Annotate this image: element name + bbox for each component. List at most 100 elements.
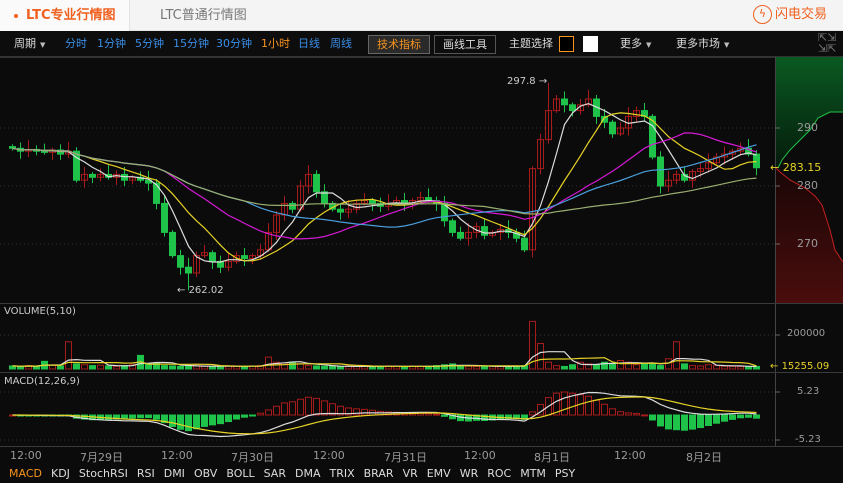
volume-bar [321, 365, 328, 370]
macd-histogram-bar [201, 414, 208, 427]
candle-body [41, 150, 48, 153]
macd-top-tick: 5.23 [797, 386, 820, 397]
macd-histogram-bar [729, 414, 736, 420]
candle-body [521, 237, 528, 251]
indicator-wr[interactable]: WR [460, 467, 479, 480]
macd-histogram-bar [673, 414, 680, 431]
macd-histogram-bar [697, 414, 704, 429]
indicator-obv[interactable]: OBV [194, 467, 217, 480]
macd-histogram-bar [289, 401, 296, 416]
volume-bar [185, 365, 192, 370]
volume-bar [553, 365, 560, 370]
volume-bar [17, 365, 24, 370]
volume-bar [105, 365, 112, 370]
volume-bar [313, 365, 320, 370]
macd-histogram-bar [361, 408, 368, 416]
volume-bar [537, 343, 544, 370]
volume-bar [97, 364, 104, 370]
indicator-boll[interactable]: BOLL [226, 467, 254, 480]
time-tick: 7月29日 [80, 451, 123, 464]
volume-bar [721, 365, 728, 370]
indicator-bar: MACD KDJ StochRSI RSI DMI OBV BOLL SAR DMA TRIX BR… [0, 464, 843, 483]
indicator-trix[interactable]: TRIX [329, 467, 354, 480]
candle-body [9, 146, 16, 149]
volume-bar [49, 364, 56, 370]
indicator-brar[interactable]: BRAR [364, 467, 394, 480]
volume-bar [609, 363, 616, 370]
candle-body [289, 202, 296, 210]
low-price: 262.02 [188, 285, 224, 296]
indicator-vr[interactable]: VR [403, 467, 418, 480]
indicator-macd[interactable]: MACD [9, 467, 42, 480]
macd-histogram-bar [601, 403, 608, 416]
volume-bar [81, 364, 88, 370]
time-tick: 7月30日 [231, 451, 274, 464]
volume-bar [689, 365, 696, 370]
candle-body [153, 182, 160, 204]
indicator-rsi[interactable]: RSI [137, 467, 155, 480]
time-tick: 8月1日 [534, 451, 570, 464]
volume-bar [593, 364, 600, 370]
volume-bar [473, 365, 480, 370]
time-tick: 12:00 [10, 449, 42, 462]
volume-bar [265, 356, 272, 370]
indicator-mtm[interactable]: MTM [520, 467, 546, 480]
macd-histogram-bar [649, 414, 656, 421]
indicator-stochrsi[interactable]: StochRSI [79, 467, 128, 480]
indicator-roc[interactable]: ROC [487, 467, 511, 480]
candle-body [449, 220, 456, 233]
volume-bar [57, 365, 64, 370]
macd-histogram-bar [609, 408, 616, 416]
volume-bar [209, 366, 216, 370]
macd-histogram-bar [185, 414, 192, 432]
macd-histogram-bar [625, 412, 632, 416]
volume-bar [641, 363, 648, 370]
volume-bar [297, 363, 304, 370]
volume-bar [89, 365, 96, 370]
macd-histogram-bar [657, 414, 664, 427]
macd-histogram-bar [305, 396, 312, 416]
price-tick: 280 [797, 179, 818, 192]
macd-histogram-bar [705, 414, 712, 427]
volume-bar [617, 360, 624, 370]
indicator-sar[interactable]: SAR [264, 467, 286, 480]
candle-body [209, 252, 216, 262]
macd-histogram-bar [585, 395, 592, 416]
candle-body [481, 226, 488, 236]
indicator-kdj[interactable]: KDJ [51, 467, 70, 480]
volume-bar [729, 365, 736, 370]
candle-body [753, 153, 760, 169]
volume-bar [681, 363, 688, 370]
volume-bar [481, 366, 488, 370]
time-tick: 12:00 [614, 449, 646, 462]
candle-body [241, 255, 248, 260]
macd-histogram-bar [225, 414, 232, 423]
indicator-psy[interactable]: PSY [555, 467, 575, 480]
macd-histogram-bar [209, 414, 216, 426]
indicator-emv[interactable]: EMV [427, 467, 451, 480]
volume-bar [169, 365, 176, 370]
indicator-dma[interactable]: DMA [295, 467, 321, 480]
volume-bar [337, 366, 344, 370]
volume-bar [737, 366, 744, 370]
volume-bar [657, 365, 664, 370]
macd-histogram-bar [713, 414, 720, 424]
indicator-dmi[interactable]: DMI [164, 467, 185, 480]
macd-histogram-bar [249, 414, 256, 417]
kline-chart[interactable] [0, 0, 843, 464]
macd-histogram-bar [665, 414, 672, 430]
macd-histogram-bar [633, 413, 640, 416]
macd-histogram-bar [433, 413, 440, 416]
macd-histogram-bar [265, 409, 272, 416]
macd-histogram-bar [273, 405, 280, 416]
current-price: 283.15 [782, 161, 822, 174]
volume-current-label: ← 15255.09 [770, 361, 830, 372]
macd-histogram-bar [681, 414, 688, 431]
candle-body [313, 173, 320, 193]
macd-histogram-bar [321, 400, 328, 416]
macd-histogram-bar [313, 397, 320, 416]
macd-histogram-bar [193, 414, 200, 430]
candle-body [657, 156, 664, 187]
volume-bar [465, 365, 472, 370]
macd-histogram-bar [153, 414, 160, 420]
